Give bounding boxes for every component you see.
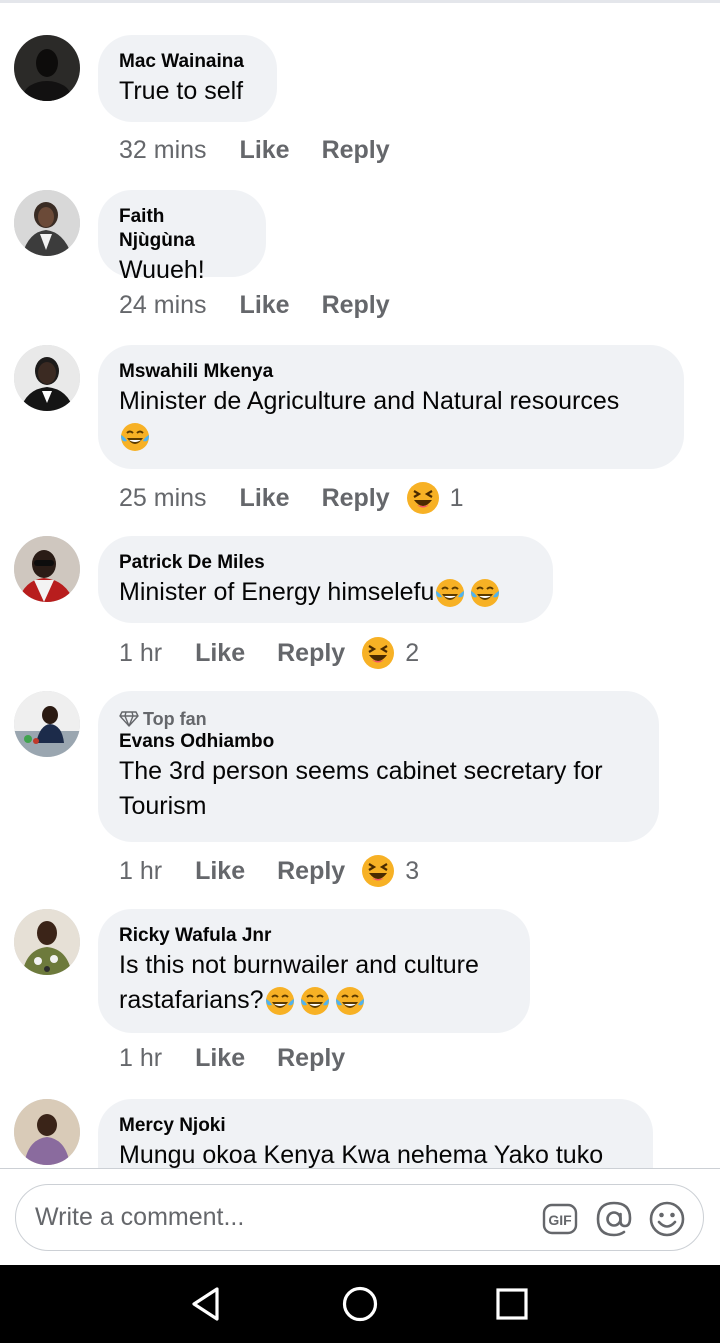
comment-text: Minister de Agriculture and Natural reso… bbox=[119, 387, 620, 415]
comment-input[interactable] bbox=[35, 1197, 515, 1237]
comment-author[interactable]: Patrick De Miles bbox=[119, 551, 531, 575]
tears-of-joy-emoji bbox=[334, 985, 366, 1017]
avatar[interactable] bbox=[14, 691, 80, 757]
laughing-face-icon bbox=[406, 481, 440, 515]
home-circle-icon[interactable] bbox=[340, 1284, 380, 1324]
comment-author[interactable]: Evans Odhiambo bbox=[119, 730, 637, 754]
system-navigation-bar bbox=[0, 1265, 720, 1343]
comment-text: Minister of Energy himselefu bbox=[119, 578, 435, 606]
comment-text: The 3rd person seems cabinet secretary f… bbox=[119, 757, 603, 785]
avatar[interactable] bbox=[14, 345, 80, 411]
comment-composer[interactable]: GIF bbox=[15, 1184, 704, 1251]
smiley-icon[interactable] bbox=[648, 1200, 686, 1238]
tears-of-joy-emoji bbox=[299, 985, 331, 1017]
reply-button[interactable]: Reply bbox=[322, 484, 390, 513]
like-button[interactable]: Like bbox=[240, 291, 290, 320]
avatar[interactable] bbox=[14, 35, 80, 101]
back-triangle-icon[interactable] bbox=[186, 1284, 226, 1324]
comment-bubble[interactable]: Mercy Njoki Mungu okoa Kenya Kwa nehema … bbox=[98, 1099, 653, 1168]
comment-text: Is this not burnwailer and culture bbox=[119, 951, 479, 979]
comment-actions: 1 hr Like Reply 3 bbox=[119, 854, 419, 888]
reaction-count: 3 bbox=[405, 856, 420, 885]
comment-bubble[interactable]: Faith Njùgùna Wuueh! bbox=[98, 190, 266, 284]
comment-time[interactable]: 1 hr bbox=[119, 1044, 162, 1073]
like-button[interactable]: Like bbox=[240, 484, 290, 513]
comment-time[interactable]: 25 mins bbox=[119, 484, 207, 513]
tears-of-joy-emoji bbox=[119, 421, 151, 453]
comment-bubble[interactable]: Top fan Evans Odhiambo The 3rd person se… bbox=[98, 691, 659, 842]
at-sign-icon[interactable] bbox=[595, 1200, 633, 1238]
gif-label: GIF bbox=[548, 1212, 572, 1228]
reply-button[interactable]: Reply bbox=[277, 857, 345, 886]
comment-time[interactable]: 1 hr bbox=[119, 857, 162, 886]
reaction-summary[interactable]: 2 bbox=[361, 636, 419, 670]
comment-time[interactable]: 24 mins bbox=[119, 291, 207, 320]
comment-bubble[interactable]: Mswahili Mkenya Minister de Agriculture … bbox=[98, 345, 684, 469]
comment-bubble[interactable]: Ricky Wafula Jnr Is this not burnwailer … bbox=[98, 909, 530, 1033]
comment-actions: 24 mins Like Reply bbox=[119, 291, 390, 320]
tears-of-joy-emoji bbox=[264, 985, 296, 1017]
gif-icon[interactable]: GIF bbox=[541, 1200, 579, 1238]
top-fan-badge: Top fan bbox=[119, 708, 637, 730]
reaction-summary[interactable]: 1 bbox=[406, 481, 464, 515]
comment-text-line: Minister of Energy himselefu bbox=[119, 575, 531, 610]
reply-button[interactable]: Reply bbox=[322, 136, 390, 165]
reaction-summary[interactable]: 3 bbox=[361, 854, 419, 888]
avatar[interactable] bbox=[14, 1099, 80, 1165]
comment-bubble[interactable]: Patrick De Miles Minister of Energy hims… bbox=[98, 536, 553, 623]
comment-text: Tourism bbox=[119, 792, 207, 820]
comment-bubble[interactable]: Mac Wainaina True to self bbox=[98, 35, 277, 122]
comment-author[interactable]: Mswahili Mkenya bbox=[119, 360, 662, 384]
comment-actions: 1 hr Like Reply 2 bbox=[119, 636, 419, 670]
comment-text: Wuueh! bbox=[119, 256, 205, 284]
tears-of-joy-emoji bbox=[434, 577, 466, 609]
like-button[interactable]: Like bbox=[195, 639, 245, 668]
avatar[interactable] bbox=[14, 909, 80, 975]
comment-actions: 25 mins Like Reply 1 bbox=[119, 481, 464, 515]
comment-text-line: rastafarians? bbox=[119, 983, 508, 1018]
comment-time[interactable]: 1 hr bbox=[119, 639, 162, 668]
comment-author[interactable]: Mac Wainaina bbox=[119, 50, 255, 74]
comments-list[interactable]: Mac Wainaina True to self 32 mins Like R… bbox=[0, 0, 720, 1168]
diamond-icon bbox=[119, 711, 139, 727]
comment-text: rastafarians? bbox=[119, 986, 264, 1014]
tears-of-joy-emoji bbox=[469, 577, 501, 609]
like-button[interactable]: Like bbox=[195, 857, 245, 886]
comment-composer-bar: GIF bbox=[0, 1168, 720, 1266]
top-fan-label: Top fan bbox=[143, 709, 207, 729]
comment-text: True to self bbox=[119, 77, 244, 105]
comment-actions: 1 hr Like Reply bbox=[119, 1044, 345, 1073]
comment-text: Mungu okoa Kenya Kwa nehema Yako tuko bbox=[119, 1141, 604, 1168]
like-button[interactable]: Like bbox=[195, 1044, 245, 1073]
avatar[interactable] bbox=[14, 536, 80, 602]
comment-author[interactable]: Mercy Njoki bbox=[119, 1114, 631, 1138]
avatar[interactable] bbox=[14, 190, 80, 256]
comment-author[interactable]: Ricky Wafula Jnr bbox=[119, 924, 508, 948]
comment-author[interactable]: Faith Njùgùna bbox=[119, 205, 244, 253]
like-button[interactable]: Like bbox=[240, 136, 290, 165]
comment-time[interactable]: 32 mins bbox=[119, 136, 207, 165]
laughing-face-icon bbox=[361, 636, 395, 670]
reply-button[interactable]: Reply bbox=[277, 639, 345, 668]
laughing-face-icon bbox=[361, 854, 395, 888]
recents-square-icon[interactable] bbox=[492, 1284, 532, 1324]
comment-actions: 32 mins Like Reply bbox=[119, 136, 390, 165]
reaction-count: 2 bbox=[405, 638, 420, 667]
reply-button[interactable]: Reply bbox=[277, 1044, 345, 1073]
reply-button[interactable]: Reply bbox=[322, 291, 390, 320]
reaction-count: 1 bbox=[449, 483, 464, 512]
